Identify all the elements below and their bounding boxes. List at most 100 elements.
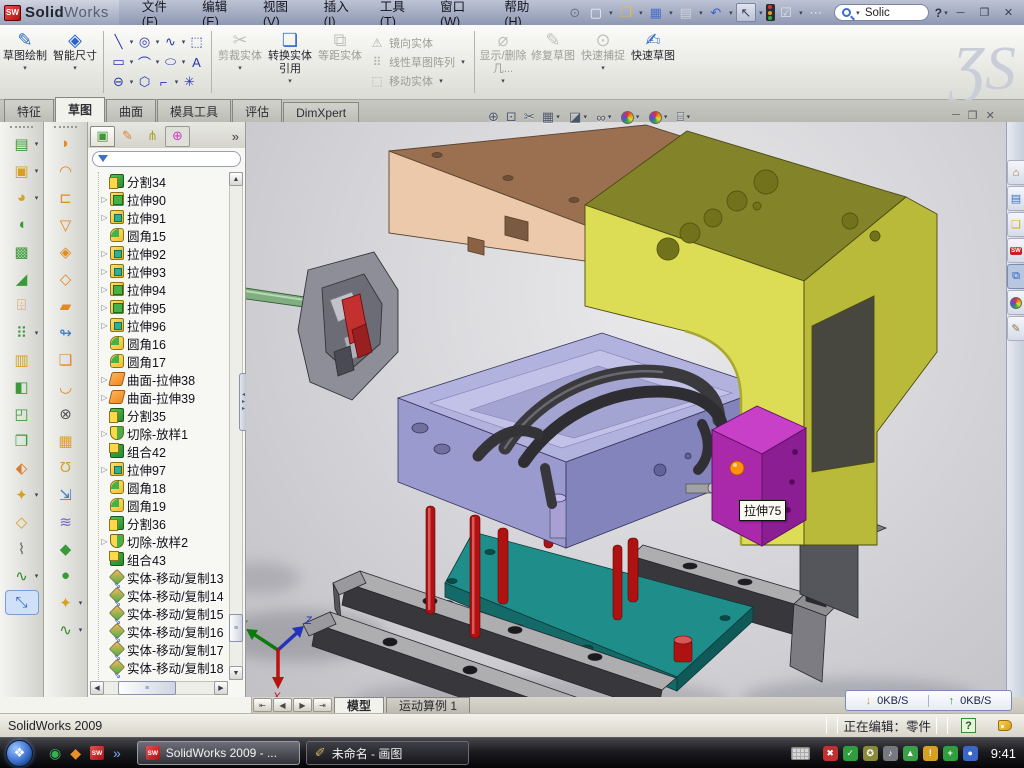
tree-item[interactable]: 实体-移动/复制18: [99, 658, 228, 676]
tree-scroll-down-button[interactable]: ▼: [229, 666, 243, 680]
boundary-surface-button[interactable]: ▽: [49, 212, 83, 237]
rib-button[interactable]: ▥: [5, 347, 39, 372]
line-icon-dropdown[interactable]: ▾: [128, 38, 135, 46]
tab-特征[interactable]: 特征: [4, 99, 54, 122]
last-tab-button[interactable]: ⇥: [313, 698, 332, 712]
options-icon-dropdown[interactable]: ▾: [797, 9, 805, 17]
select-arrow-icon[interactable]: ↖: [736, 3, 756, 22]
extruded-boss-button[interactable]: ▣▾: [5, 158, 39, 183]
line-button[interactable]: ╲▾: [109, 33, 135, 52]
hide-show-items-icon-dropdown[interactable]: ▾: [606, 113, 614, 121]
move-entities-button[interactable]: ⬚移动实体▾: [369, 73, 467, 89]
convert-entities-button[interactable]: ❏转换实体引用▾: [265, 25, 315, 99]
reference-geometry-icon-dropdown[interactable]: ▾: [33, 491, 41, 499]
spline-button[interactable]: ∿▾: [161, 33, 187, 52]
extruded-cut-button[interactable]: ▤▾: [5, 131, 39, 156]
expand-arrow-icon[interactable]: ▷: [99, 267, 110, 276]
revolved-surface-button[interactable]: ◠: [49, 158, 83, 183]
key-tool-icon[interactable]: ✪: [863, 746, 878, 761]
panel-overflow-button[interactable]: »: [232, 129, 243, 144]
new-document-icon[interactable]: ▢: [586, 3, 606, 22]
3d-model[interactable]: Y Z X: [246, 122, 1006, 697]
tree-item[interactable]: 分割35: [99, 406, 228, 424]
select-arrow-icon-dropdown[interactable]: ▾: [757, 9, 765, 17]
expand-arrow-icon[interactable]: ▷: [99, 321, 110, 330]
quick-snaps-button[interactable]: ⊙快速捕捉▾: [578, 25, 628, 99]
dome-button[interactable]: ●: [49, 563, 83, 588]
tree-item[interactable]: 圆角16: [99, 334, 228, 352]
solidworks-quick-icon[interactable]: SW: [90, 746, 104, 760]
tree-item[interactable]: ▷拉伸94: [99, 280, 228, 298]
ellipse-button[interactable]: ⬭▾: [161, 53, 187, 72]
planar-surface-button[interactable]: ◇: [49, 266, 83, 291]
lofted-boss-button[interactable]: ▩: [5, 239, 39, 264]
freeform-button[interactable]: ≋: [49, 509, 83, 534]
curve-button[interactable]: ∿▾: [5, 563, 39, 588]
box-select-button[interactable]: ⬚: [187, 33, 206, 52]
tree-item[interactable]: ▷拉伸96: [99, 316, 228, 334]
expand-arrow-icon[interactable]: ▷: [99, 195, 110, 204]
tree-item[interactable]: 组合43: [99, 550, 228, 568]
rectangle-button[interactable]: ▭▾: [109, 53, 135, 72]
doc-restore-button[interactable]: ❐: [968, 109, 978, 122]
extruded-surface-button[interactable]: ⊏: [49, 185, 83, 210]
toolbar-overflow-icon[interactable]: ⋯: [806, 3, 826, 22]
tree-item[interactable]: ▷曲面-拉伸39: [99, 388, 228, 406]
sketch-button[interactable]: ✎草图绘制▾: [0, 25, 50, 99]
tree-item[interactable]: 组合42: [99, 442, 228, 460]
save-icon-dropdown[interactable]: ▾: [667, 9, 675, 17]
open-icon[interactable]: ❐: [616, 3, 636, 22]
view-orientation-icon-dropdown[interactable]: ▾: [554, 113, 562, 121]
sketch-fillet-icon-dropdown[interactable]: ▾: [173, 78, 180, 86]
save-icon[interactable]: ▦: [646, 3, 666, 22]
quick-launch-overflow-icon[interactable]: »: [113, 745, 121, 761]
zoom-to-area-button[interactable]: ⊡: [506, 109, 517, 125]
tree-item[interactable]: ▷切除-放样1: [99, 424, 228, 442]
tree-item[interactable]: 实体-移动/复制17: [99, 640, 228, 658]
circle-button[interactable]: ◎▾: [135, 33, 161, 52]
rapid-sketch-button[interactable]: ✍快速草图: [628, 25, 678, 99]
tab-DimXpert[interactable]: DimXpert: [283, 102, 359, 122]
slot-icon-dropdown[interactable]: ▾: [128, 78, 135, 86]
options-icon[interactable]: ☑: [776, 3, 796, 22]
smart-dimension-button[interactable]: ◈智能尺寸▾: [50, 25, 100, 99]
linear-sketch-pattern-button[interactable]: ⠿线性草图阵列▾: [369, 54, 467, 70]
keyboard-layout-icon[interactable]: [791, 747, 810, 760]
tree-item[interactable]: ▷切除-放样2: [99, 532, 228, 550]
undo-icon-dropdown[interactable]: ▾: [727, 9, 735, 17]
slot-button[interactable]: ⊖▾: [109, 73, 135, 92]
fillet-button[interactable]: ◕▾: [5, 185, 39, 210]
sketch-text-button[interactable]: A: [187, 53, 206, 72]
chevron-down-icon[interactable]: ▾: [854, 9, 862, 17]
display-style-button[interactable]: ◪▾: [569, 109, 589, 125]
minimize-button[interactable]: ─: [950, 4, 971, 21]
model-tab-运动算例 1[interactable]: 运动算例 1: [386, 697, 470, 713]
restore-button[interactable]: ❐: [974, 4, 995, 21]
repair-sketch-button[interactable]: ✎修复草图: [528, 25, 578, 99]
swept-boss-button[interactable]: ◖: [5, 212, 39, 237]
sketch-button-dropdown[interactable]: ▾: [23, 64, 27, 72]
tree-item[interactable]: ▷拉伸93: [99, 262, 228, 280]
print-icon-dropdown[interactable]: ▾: [697, 9, 705, 17]
apply-scene-icon-dropdown[interactable]: ▾: [662, 113, 670, 121]
fillet-icon-dropdown[interactable]: ▾: [33, 194, 41, 202]
tab-模具工具[interactable]: 模具工具: [157, 99, 231, 122]
tree-item[interactable]: 实体-移动/复制14: [99, 586, 228, 604]
spline-icon-dropdown[interactable]: ▾: [180, 38, 187, 46]
tree-item[interactable]: 圆角17: [99, 352, 228, 370]
extruded-boss-icon-dropdown[interactable]: ▾: [33, 167, 41, 175]
model-tab-模型[interactable]: 模型: [334, 697, 384, 713]
tree-scroll-thumb[interactable]: ≡: [229, 614, 243, 642]
ruled-surface-button[interactable]: ↬: [49, 320, 83, 345]
apply-scene-button[interactable]: ▾: [649, 111, 670, 124]
linear-sketch-pattern-button-dropdown[interactable]: ▾: [459, 58, 467, 66]
quick-tips-help-icon[interactable]: ?: [961, 718, 976, 733]
convert-entities-button-dropdown[interactable]: ▾: [288, 77, 292, 85]
volume-icon[interactable]: ♪: [883, 746, 898, 761]
appearances-scenes-tab[interactable]: [1007, 290, 1024, 315]
tab-评估[interactable]: 评估: [232, 99, 282, 122]
chamfer-button[interactable]: ◢: [5, 266, 39, 291]
messenger-status-icon[interactable]: ●: [963, 746, 978, 761]
feature-manager-tab[interactable]: ▣: [90, 126, 115, 147]
axis-button[interactable]: ⌇: [5, 536, 39, 561]
